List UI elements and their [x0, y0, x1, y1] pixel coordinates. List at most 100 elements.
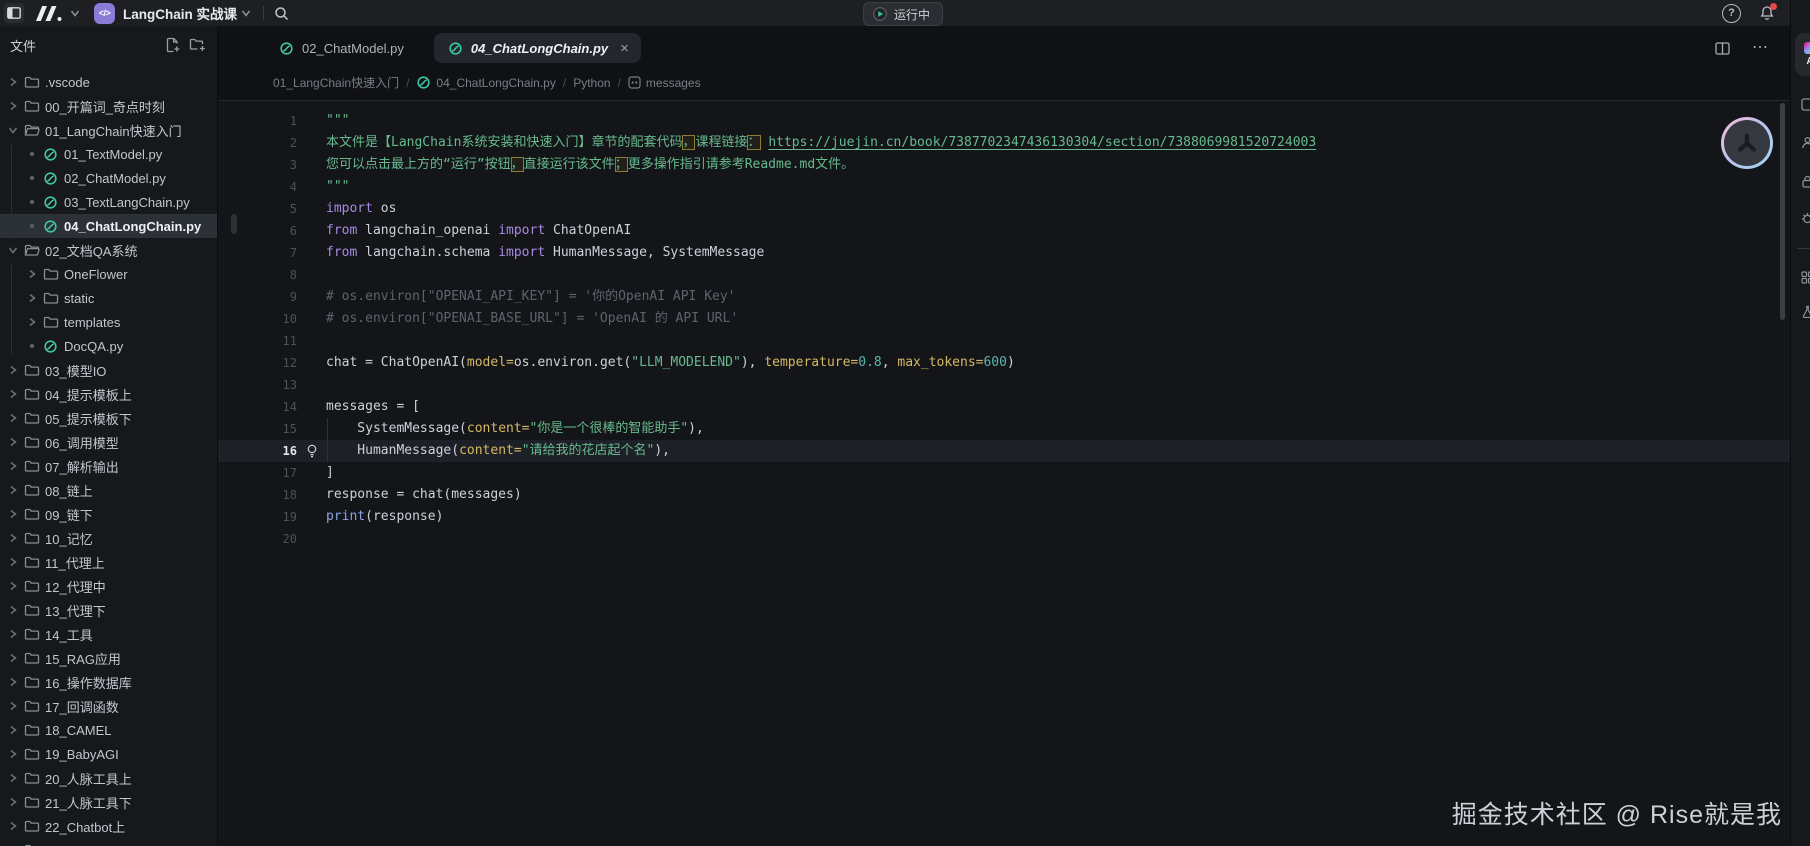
tree-item-folder[interactable]: 17_回调函数 [0, 694, 217, 718]
code-line[interactable]: 18response = chat(messages) [218, 484, 1790, 506]
run-status-button[interactable]: 运行中 [863, 2, 943, 26]
tree-item-folder[interactable]: 09_链下 [0, 502, 217, 526]
lock-panel-icon[interactable] [1801, 175, 1810, 188]
tree-item-folder[interactable]: 10_记忆 [0, 526, 217, 550]
tree-item-file[interactable]: 02_ChatModel.py [0, 166, 217, 190]
chevron-right-icon[interactable] [4, 770, 21, 786]
ai-assistant-button[interactable] [1721, 117, 1773, 169]
tree-item-folder[interactable]: 23_Chatbot下 [0, 838, 217, 846]
tree-item-folder[interactable]: 11_代理上 [0, 550, 217, 574]
lightbulb-icon[interactable] [297, 440, 326, 462]
tree-item-folder[interactable]: 12_代理中 [0, 574, 217, 598]
code-line[interactable]: 12chat = ChatOpenAI(model=os.environ.get… [218, 352, 1790, 374]
tree-item-folder[interactable]: OneFlower [0, 262, 217, 286]
line-number[interactable]: 7 [218, 242, 297, 264]
toggle-sidebar-icon[interactable] [4, 3, 24, 23]
tree-item-file[interactable]: 04_ChatLongChain.py [0, 214, 217, 238]
line-number[interactable]: 4 [218, 176, 297, 198]
chevron-right-icon[interactable] [4, 746, 21, 762]
tree-item-folder[interactable]: 21_人脉工具下 [0, 790, 217, 814]
chevron-right-icon[interactable] [4, 506, 21, 522]
line-number[interactable]: 10 [218, 308, 297, 330]
new-folder-icon[interactable] [189, 37, 206, 53]
close-icon[interactable]: × [620, 41, 629, 56]
code-line[interactable]: 20 [218, 528, 1790, 550]
profile-panel-icon[interactable] [1801, 136, 1810, 149]
line-number[interactable]: 8 [218, 264, 297, 286]
line-number[interactable]: 16 [218, 440, 297, 462]
chevron-right-icon[interactable] [4, 482, 21, 498]
tree-item-file[interactable]: 03_TextLangChain.py [0, 190, 217, 214]
chevron-right-icon[interactable] [4, 818, 21, 834]
chevron-right-icon[interactable] [23, 314, 40, 330]
tree-item-folder[interactable]: 01_LangChain快速入门 [0, 118, 217, 142]
chevron-right-icon[interactable] [4, 98, 21, 114]
code-line[interactable]: 15 SystemMessage(content="你是一个很棒的智能助手"), [218, 418, 1790, 440]
breadcrumb-item[interactable]: 04_ChatLongChain.py [416, 75, 555, 90]
breadcrumb-item[interactable]: messages [628, 76, 701, 90]
code-line[interactable]: 5import os [218, 198, 1790, 220]
more-actions-icon[interactable]: ⋯ [1752, 40, 1768, 56]
tree-item-folder[interactable]: 05_提示模板下 [0, 406, 217, 430]
breadcrumb-item[interactable]: 01_LangChain快速入门 [273, 74, 399, 91]
line-number[interactable]: 5 [218, 198, 297, 220]
chevron-right-icon[interactable] [4, 626, 21, 642]
help-icon[interactable]: ? [1722, 4, 1741, 23]
code-line[interactable]: 1""" [218, 110, 1790, 132]
code-line[interactable]: 7from langchain.schema import HumanMessa… [218, 242, 1790, 264]
chevron-right-icon[interactable] [23, 290, 40, 306]
line-number[interactable]: 15 [218, 418, 297, 440]
tree-item-folder[interactable]: 02_文档QA系统 [0, 238, 217, 262]
line-number[interactable]: 14 [218, 396, 297, 418]
chevron-right-icon[interactable] [4, 74, 21, 90]
code-line[interactable]: 10# os.environ["OPENAI_BASE_URL"] = 'Ope… [218, 308, 1790, 330]
code-line[interactable]: 14messages = [ [218, 396, 1790, 418]
new-file-icon[interactable] [165, 37, 180, 53]
search-icon[interactable] [274, 6, 289, 21]
tree-item-folder[interactable]: 20_人脉工具上 [0, 766, 217, 790]
code-line[interactable]: 4""" [218, 176, 1790, 198]
scrollbar-thumb[interactable] [1780, 103, 1785, 320]
code-line[interactable]: 2本文件是【LangChain系统安装和快速入门】章节的配套代码，课程链接： h… [218, 132, 1790, 154]
chevron-right-icon[interactable] [4, 362, 21, 378]
code-line[interactable]: 19print(response) [218, 506, 1790, 528]
code-editor[interactable]: 1"""2本文件是【LangChain系统安装和快速入门】章节的配套代码，课程链… [218, 101, 1790, 846]
chevron-right-icon[interactable] [4, 842, 21, 846]
tree-item-folder[interactable]: 03_模型IO [0, 358, 217, 382]
code-line[interactable]: 11 [218, 330, 1790, 352]
chevron-right-icon[interactable] [4, 674, 21, 690]
tree-item-folder[interactable]: 07_解析输出 [0, 454, 217, 478]
line-number[interactable]: 9 [218, 286, 297, 308]
code-line[interactable]: 13 [218, 374, 1790, 396]
tree-item-folder[interactable]: 08_链上 [0, 478, 217, 502]
chevron-right-icon[interactable] [4, 434, 21, 450]
line-number[interactable]: 17 [218, 462, 297, 484]
tree-item-folder[interactable]: templates [0, 310, 217, 334]
tree-item-folder[interactable]: 18_CAMEL [0, 718, 217, 742]
tree-item-folder[interactable]: 22_Chatbot上 [0, 814, 217, 838]
tree-item-file[interactable]: 01_TextModel.py [0, 142, 217, 166]
chevron-down-icon[interactable] [4, 242, 21, 258]
notifications-bell-icon[interactable] [1759, 5, 1775, 21]
docs-panel-icon[interactable] [1801, 98, 1810, 111]
chevron-right-icon[interactable] [4, 458, 21, 474]
bug-panel-icon[interactable] [1801, 212, 1810, 225]
tree-item-folder[interactable]: 16_操作数据库 [0, 670, 217, 694]
chevron-right-icon[interactable] [4, 794, 21, 810]
code-line[interactable]: 16 HumanMessage(content="请给我的花店起个名"), [218, 440, 1790, 462]
tree-item-folder[interactable]: 15_RAG应用 [0, 646, 217, 670]
tree-item-folder[interactable]: 04_提示模板上 [0, 382, 217, 406]
chevron-right-icon[interactable] [4, 722, 21, 738]
chevron-right-icon[interactable] [4, 554, 21, 570]
code-line[interactable]: 17] [218, 462, 1790, 484]
line-number[interactable]: 2 [218, 132, 297, 154]
code-line[interactable]: 8 [218, 264, 1790, 286]
chevron-down-icon[interactable] [70, 8, 80, 18]
line-number[interactable]: 3 [218, 154, 297, 176]
tree-item-folder[interactable]: 14_工具 [0, 622, 217, 646]
line-number[interactable]: 1 [218, 110, 297, 132]
tree-item-folder[interactable]: static [0, 286, 217, 310]
chevron-right-icon[interactable] [4, 578, 21, 594]
line-number[interactable]: 6 [218, 220, 297, 242]
line-number[interactable]: 18 [218, 484, 297, 506]
